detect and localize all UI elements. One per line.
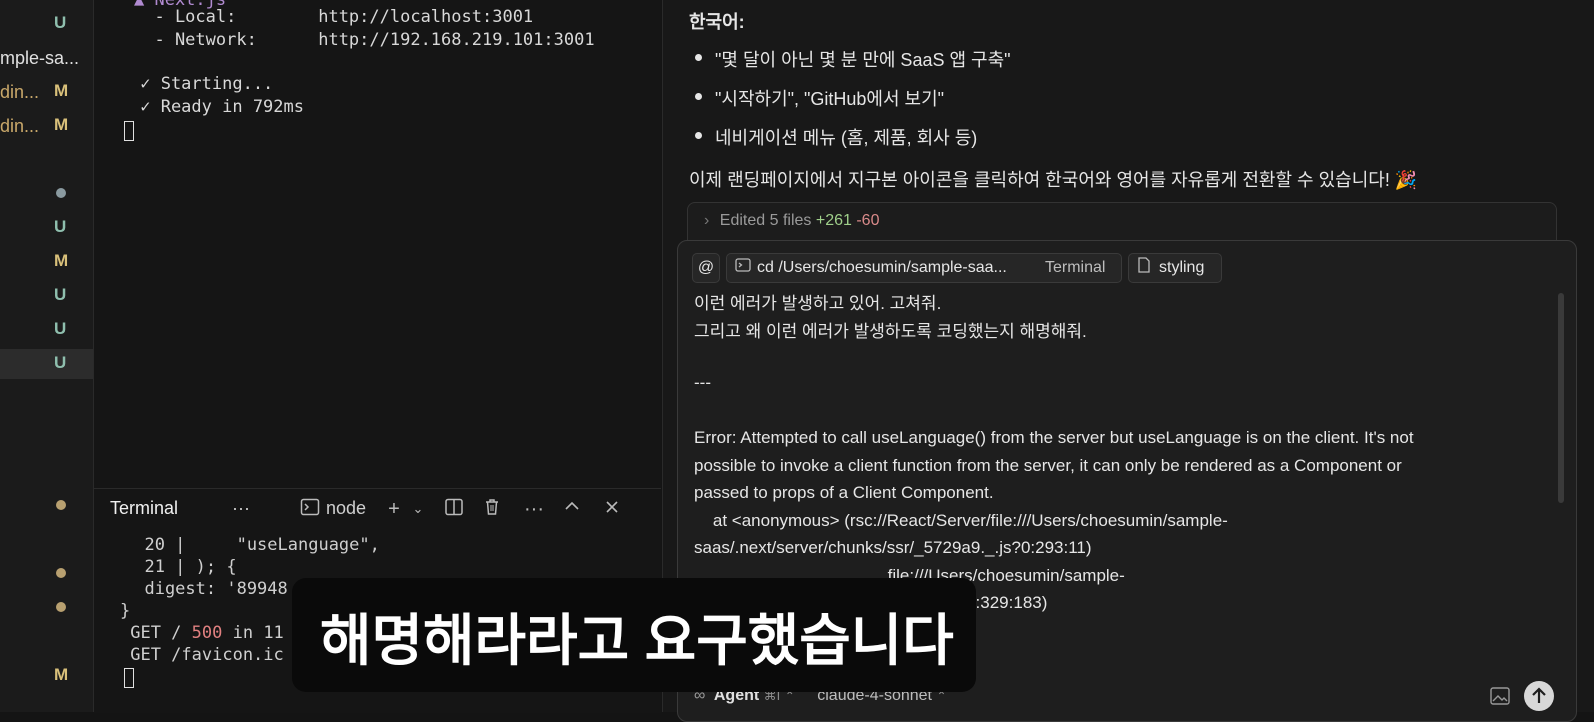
tab-terminal[interactable]: Terminal	[110, 498, 178, 519]
message-line: at <anonymous> (rsc://React/Server/file:…	[694, 511, 1228, 530]
status-badge: U	[54, 217, 67, 236]
subtitle-text: 해명해라라고 요구했습니다	[320, 609, 954, 672]
terminal-cursor	[124, 667, 134, 688]
terminal-header: Terminal ··· node + ⌄ ···	[94, 489, 661, 529]
summary-text: 이제 랜딩페이지에서 지구본 아이콘을 클릭하여 한국어와 영어를 자유롭게 전…	[689, 170, 1418, 190]
chip-type: Terminal	[1045, 259, 1106, 276]
close-icon[interactable]	[600, 497, 624, 521]
arrow-up-icon	[1532, 687, 1546, 703]
split-terminal-icon[interactable]	[442, 497, 466, 521]
status-badge: U	[54, 319, 67, 338]
file-name: din...	[0, 82, 40, 102]
terminal-line: digest: '89948	[124, 579, 288, 599]
chevron-right-icon: ›	[704, 212, 710, 229]
terminal-output[interactable]: ▲ Next.js - Local: http://localhost:3001…	[94, 0, 661, 488]
terminal-icon	[735, 255, 751, 283]
terminal-cursor	[124, 120, 134, 141]
bullet-item: "몇 달이 아닌 몇 분 만에 SaaS 앱 구축"	[715, 50, 1011, 70]
status-badge: U	[54, 285, 67, 304]
bullet-icon	[695, 93, 702, 100]
chevron-up-icon[interactable]	[560, 497, 584, 521]
status-dot-icon	[56, 602, 66, 612]
message-line: Error: Attempted to call useLanguage() f…	[694, 428, 1414, 447]
status-badge: M	[54, 251, 69, 270]
terminal-shell-icon	[298, 497, 322, 521]
shell-label[interactable]: node	[326, 498, 366, 519]
message-line: saas/.next/server/chunks/ssr/_5729a9._.j…	[694, 538, 1092, 557]
bullet-icon	[695, 132, 702, 139]
status-badge: M	[54, 115, 69, 134]
explorer-row-selected[interactable]: U	[0, 349, 93, 379]
terminal-line-local: - Local: http://localhost:3001	[134, 7, 534, 27]
trash-icon[interactable]	[480, 497, 504, 521]
bullet-item: "시작하기", "GitHub에서 보기"	[715, 89, 945, 109]
more-tabs-icon[interactable]: ···	[232, 498, 250, 519]
explorer-row[interactable]: U	[0, 9, 93, 39]
explorer-row[interactable]: U	[0, 213, 93, 243]
explorer-row[interactable]: din... M	[0, 111, 93, 141]
scrollbar[interactable]	[1558, 293, 1564, 503]
message-line: 이런 에러가 발생하고 있어. 고쳐줘.	[694, 294, 942, 313]
terminal-line: }	[120, 601, 131, 621]
context-chip-terminal[interactable]: cd /Users/choesumin/sample-saa... Termin…	[726, 253, 1122, 283]
explorer-row[interactable]: din... M	[0, 77, 93, 107]
explorer-row[interactable]: U	[0, 281, 93, 311]
file-name: din...	[0, 116, 40, 136]
explorer-row[interactable]	[0, 491, 93, 521]
message-line: ---	[694, 373, 711, 392]
file-explorer: U mple-sa... din... M din... M U M U U U…	[0, 0, 94, 712]
terminal-line-starting: ✓ Starting...	[130, 74, 274, 94]
status-dot-icon	[56, 188, 66, 198]
status-dot-icon	[56, 568, 66, 578]
explorer-row[interactable]: M	[0, 661, 93, 691]
new-terminal-icon[interactable]: +	[382, 497, 406, 521]
explorer-row[interactable]	[0, 593, 93, 623]
edited-files-bar[interactable]: › Edited 5 files +261 -60	[687, 202, 1557, 242]
status-badge: M	[54, 665, 69, 684]
video-subtitle: 해명해라라고 요구했습니다	[292, 578, 976, 692]
message-line: 그리고 왜 이런 에러가 발생하도록 코딩했는지 해명해줘.	[694, 322, 1087, 341]
send-button[interactable]	[1524, 681, 1554, 711]
explorer-row[interactable]	[0, 179, 93, 209]
http-status: 500	[191, 623, 223, 643]
status-badge: U	[54, 13, 67, 32]
file-name: mple-sa...	[0, 48, 80, 68]
context-chip-styling[interactable]: styling	[1128, 253, 1222, 283]
terminal-line: GET /favicon.ic	[120, 645, 284, 665]
terminal-line-network: - Network: http://192.168.219.101:3001	[134, 30, 595, 50]
bullet-icon	[695, 54, 702, 61]
status-badge: M	[54, 81, 69, 100]
status-dot-icon	[56, 500, 66, 510]
chip-label: styling	[1159, 259, 1205, 276]
terminal-line: 20 | "useLanguage",	[124, 535, 380, 555]
message-line: possible to invoke a client function fro…	[694, 456, 1402, 475]
more-actions-icon[interactable]: ···	[522, 497, 546, 521]
explorer-row[interactable]	[0, 559, 93, 589]
mention-button[interactable]: @	[692, 253, 720, 283]
terminal-line-ready: ✓ Ready in 792ms	[130, 97, 304, 117]
terminal-line: 21 | ); {	[124, 557, 237, 577]
message-line: passed to props of a Client Component.	[694, 483, 994, 502]
chevron-down-icon[interactable]: ⌄	[406, 497, 430, 521]
explorer-row[interactable]: U	[0, 315, 93, 345]
lines-added: +261	[815, 212, 852, 229]
chip-path: cd /Users/choesumin/sample-saa...	[757, 259, 1007, 276]
terminal-line: GET / 500 in 11	[120, 623, 284, 643]
explorer-row[interactable]: M	[0, 247, 93, 277]
status-badge: U	[54, 353, 67, 372]
explorer-row[interactable]: mple-sa...	[0, 43, 93, 73]
image-icon[interactable]	[1490, 687, 1510, 710]
file-icon	[1137, 255, 1151, 283]
edited-files-label: › Edited 5 files +261 -60	[704, 212, 880, 229]
korean-heading: 한국어:	[689, 12, 745, 32]
bullet-item: 네비게이션 메뉴 (홈, 제품, 회사 등)	[715, 128, 978, 148]
lines-removed: -60	[856, 212, 880, 229]
